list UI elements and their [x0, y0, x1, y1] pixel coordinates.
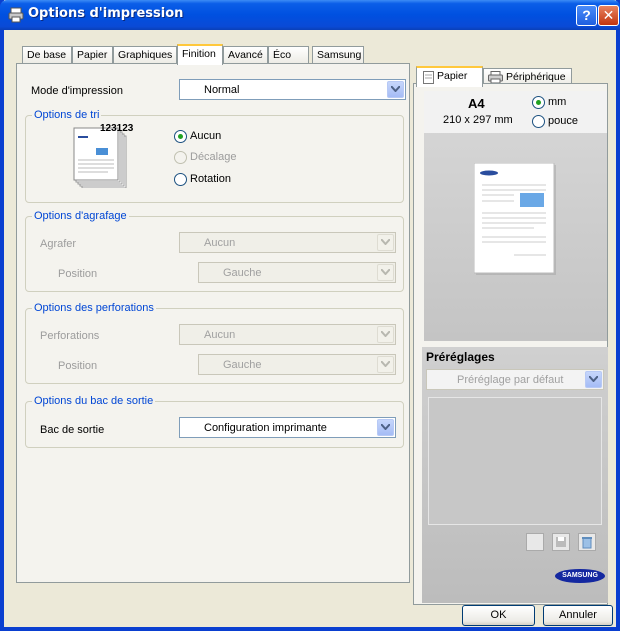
title-bar[interactable]: Options d'impression ? ✕	[0, 0, 620, 30]
output-tray-title: Options du bac de sortie	[32, 395, 156, 407]
tab-de-base[interactable]: De base	[22, 46, 72, 64]
sort-rotation-label: Rotation	[190, 173, 231, 185]
presets-title: Préréglages	[426, 350, 495, 364]
presets-panel: Préréglages Préréglage par défaut SAMSUN…	[422, 347, 608, 603]
punch-label: Perforations	[40, 330, 100, 342]
punch-position-select[interactable]: Gauche	[198, 354, 396, 375]
printer-icon	[8, 7, 24, 23]
sort-decalage-radio[interactable]	[174, 151, 187, 164]
print-mode-select[interactable]: Normal	[179, 79, 406, 100]
print-mode-label: Mode d'impression	[31, 85, 123, 97]
punch-value: Aucun	[204, 329, 236, 341]
punching-group: Options des perforations Perforations Au…	[25, 302, 404, 384]
unit-mm-label: mm	[548, 96, 567, 108]
chevron-down-icon[interactable]	[377, 326, 394, 343]
punch-position-label: Position	[58, 360, 98, 372]
window-title: Options d'impression	[28, 6, 184, 21]
staple-label: Agrafer	[40, 238, 77, 250]
tab-finition[interactable]: Finition	[177, 44, 223, 65]
chevron-down-icon[interactable]	[377, 264, 394, 281]
unit-pouce-label: pouce	[548, 115, 578, 127]
punching-title: Options des perforations	[32, 302, 156, 314]
punch-select[interactable]: Aucun	[179, 324, 396, 345]
stapling-title: Options d'agrafage	[32, 210, 129, 222]
paper-size-label: A4	[468, 96, 485, 111]
sort-decalage-label: Décalage	[190, 151, 237, 163]
paper-size-info: A4 210 x 297 mm mm pouce	[424, 91, 607, 133]
close-button[interactable]: ✕	[598, 5, 619, 26]
staple-position-select[interactable]: Gauche	[198, 262, 396, 283]
sort-aucun-label: Aucun	[190, 130, 222, 142]
presets-selected-value: Préréglage par défaut	[457, 374, 564, 386]
chevron-down-icon[interactable]	[377, 419, 394, 436]
tab-avance[interactable]: Avancé	[223, 46, 268, 64]
punch-position-value: Gauche	[223, 359, 262, 371]
unit-mm-radio[interactable]	[532, 96, 545, 109]
presets-list[interactable]	[428, 397, 602, 525]
tab-graphiques[interactable]: Graphiques	[113, 46, 177, 64]
output-tray-select[interactable]: Configuration imprimante	[179, 417, 396, 438]
preview-tab-papier[interactable]: Papier	[416, 66, 483, 87]
output-tray-value: Configuration imprimante	[204, 422, 327, 434]
sort-options-group: Options de tri 123123 Aucun Décalage Rot…	[25, 109, 404, 203]
preview-tab-papier-label: Papier	[437, 70, 468, 82]
chevron-down-icon[interactable]	[377, 234, 394, 251]
staple-position-label: Position	[58, 268, 98, 280]
save-preset-icon[interactable]	[552, 533, 570, 551]
finishing-tab-panel: Mode d'impression Normal Options de tri …	[16, 63, 410, 583]
samsung-logo: SAMSUNG	[555, 569, 605, 583]
new-preset-icon[interactable]	[526, 533, 544, 551]
cancel-button[interactable]: Annuler	[543, 605, 613, 626]
tab-papier[interactable]: Papier	[72, 46, 113, 64]
ok-button[interactable]: OK	[462, 605, 535, 626]
stapling-group: Options d'agrafage Agrafer Aucun Positio…	[25, 210, 404, 292]
unit-pouce-radio[interactable]	[532, 115, 545, 128]
output-tray-group: Options du bac de sortie Bac de sortie C…	[25, 395, 404, 448]
delete-preset-icon[interactable]	[578, 533, 596, 551]
staple-value: Aucun	[204, 237, 236, 249]
chevron-down-icon[interactable]	[387, 81, 404, 98]
staple-select[interactable]: Aucun	[179, 232, 396, 253]
page-preview-icon	[474, 163, 556, 275]
chevron-down-icon[interactable]	[377, 356, 394, 373]
tab-samsung[interactable]: Samsung	[312, 46, 364, 64]
staple-position-value: Gauche	[223, 267, 262, 279]
print-mode-value: Normal	[204, 84, 240, 96]
presets-select[interactable]: Préréglage par défaut	[426, 369, 604, 390]
sort-options-title: Options de tri	[32, 109, 102, 121]
sort-rotation-radio[interactable]	[174, 173, 187, 186]
preview-tab-peripherique-label: Périphérique	[506, 71, 566, 83]
help-button[interactable]: ?	[576, 5, 597, 26]
chevron-down-icon[interactable]	[585, 371, 602, 388]
tab-eco[interactable]: Éco	[268, 46, 309, 64]
output-tray-label: Bac de sortie	[40, 424, 105, 436]
collate-order-label: 123123	[100, 123, 134, 134]
paper-dimensions-label: 210 x 297 mm	[443, 114, 513, 126]
sort-aucun-radio[interactable]	[174, 130, 187, 143]
paper-icon	[423, 71, 434, 84]
